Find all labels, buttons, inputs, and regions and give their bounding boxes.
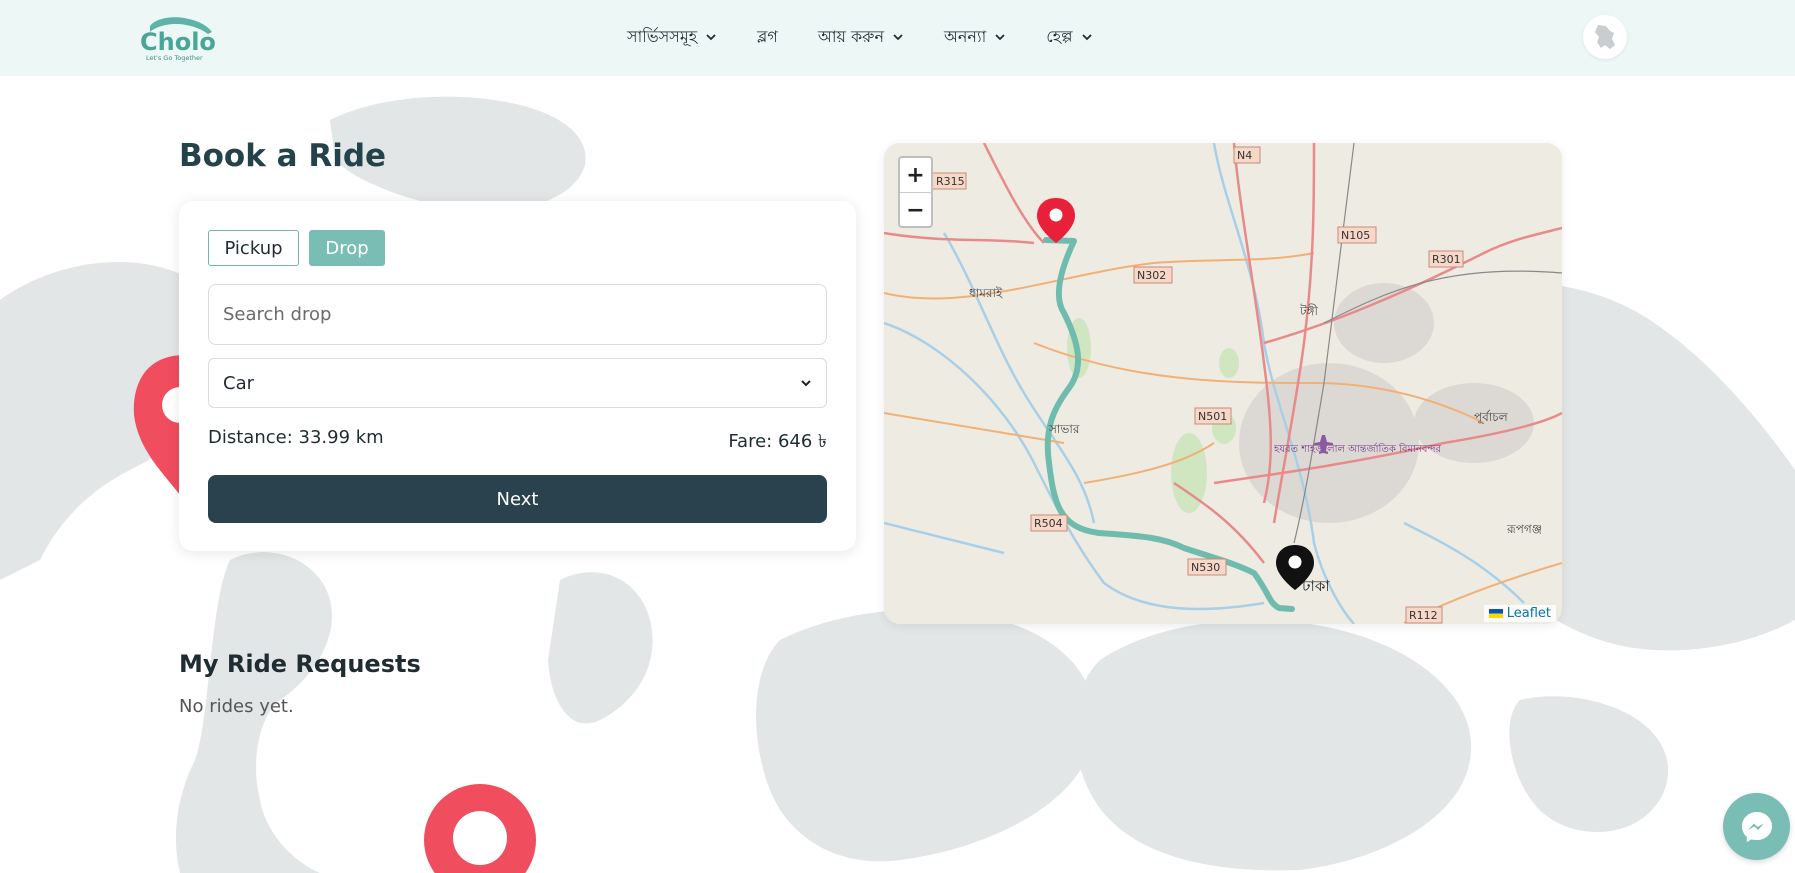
top-navigation-bar: Cholo Let's Go Together সার্ভিসসমূহ ব্লগ… xyxy=(0,0,1795,76)
route-map[interactable]: R315 N4 N105 R301 N302 N501 R504 N530 R1… xyxy=(884,143,1562,624)
nav-services[interactable]: সার্ভিসসমূহ xyxy=(627,24,717,51)
main-nav: সার্ভিসসমূহ ব্লগ আয় করুন অনন্যা হেল্প xyxy=(627,22,1133,52)
messenger-icon xyxy=(1741,811,1772,842)
ukraine-flag-icon xyxy=(1488,609,1503,618)
trip-info-row: Distance: 33.99 km Fare: 646 ৳ xyxy=(208,427,827,458)
next-button[interactable]: Next xyxy=(208,475,827,523)
map-zoom-control: + − xyxy=(898,156,933,228)
vehicle-type-select[interactable]: Car xyxy=(208,358,827,408)
distance-text: Distance: 33.99 km xyxy=(208,427,384,448)
chevron-down-icon xyxy=(706,34,716,41)
location-tabs: Pickup Drop xyxy=(208,230,385,266)
svg-text:হযরত শাহজালাল আন্তর্জাতিক বিমা: হযরত শাহজালাল আন্তর্জাতিক বিমানবন্দর xyxy=(1273,443,1441,455)
nav-help[interactable]: হেল্প xyxy=(1046,24,1092,51)
svg-text:R112: R112 xyxy=(1409,609,1438,622)
zoom-out-button[interactable]: − xyxy=(900,193,931,227)
svg-text:রূপগঞ্জ: রূপগঞ্জ xyxy=(1506,522,1542,536)
leaflet-link[interactable]: Leaflet xyxy=(1507,606,1551,621)
nav-blog[interactable]: ব্লগ xyxy=(757,24,778,51)
decorative-pin-bottom xyxy=(424,784,536,873)
svg-text:N105: N105 xyxy=(1341,229,1370,242)
chevron-down-icon xyxy=(893,34,903,41)
tab-drop[interactable]: Drop xyxy=(309,230,385,266)
svg-text:Cholo: Cholo xyxy=(140,28,216,56)
tab-pickup[interactable]: Pickup xyxy=(208,230,299,266)
search-drop-input[interactable] xyxy=(208,284,827,345)
bangladesh-map-icon xyxy=(1595,25,1615,49)
cholo-logo[interactable]: Cholo Let's Go Together xyxy=(136,14,218,62)
page-title: Book a Ride xyxy=(179,138,387,174)
nav-help-label: হেল্প xyxy=(1046,26,1073,46)
svg-text:টঙ্গী: টঙ্গী xyxy=(1299,304,1318,318)
nav-earn-label: আয় করুন xyxy=(817,26,885,46)
vehicle-type-value: Car xyxy=(223,372,254,394)
booking-card: Pickup Drop Car Distance: 33.99 km Fare:… xyxy=(179,201,856,551)
nav-services-label: সার্ভিসসমূহ xyxy=(627,26,698,46)
nav-ononna-label: অনন্যা xyxy=(944,26,987,46)
ride-requests-empty-text: No rides yet. xyxy=(179,696,294,717)
zoom-in-button[interactable]: + xyxy=(900,158,931,193)
svg-text:N501: N501 xyxy=(1198,410,1227,423)
svg-text:R301: R301 xyxy=(1432,253,1461,266)
ride-requests-title: My Ride Requests xyxy=(179,650,421,678)
chevron-down-icon xyxy=(801,380,811,387)
map-attribution[interactable]: Leaflet xyxy=(1483,605,1556,622)
svg-text:R315: R315 xyxy=(936,175,965,188)
svg-text:N4: N4 xyxy=(1237,149,1252,162)
svg-text:ধামরাই: ধামরাই xyxy=(969,286,1003,300)
svg-text:ঢাকা: ঢাকা xyxy=(1301,577,1330,595)
language-switch-button[interactable] xyxy=(1583,15,1627,59)
chevron-down-icon xyxy=(995,34,1005,41)
svg-text:পূর্বাচল: পূর্বাচল xyxy=(1474,410,1509,425)
messenger-chat-button[interactable] xyxy=(1723,793,1790,860)
chevron-down-icon xyxy=(1081,34,1092,41)
svg-text:Let's Go Together: Let's Go Together xyxy=(146,54,203,62)
svg-text:সাভার: সাভার xyxy=(1048,422,1080,436)
svg-text:N302: N302 xyxy=(1137,269,1166,282)
nav-ononna[interactable]: অনন্যা xyxy=(944,24,1006,51)
nav-earn[interactable]: আয় করুন xyxy=(818,24,904,51)
map-tiles: R315 N4 N105 R301 N302 N501 R504 N530 R1… xyxy=(884,143,1562,624)
nav-blog-label: ব্লগ xyxy=(757,26,778,46)
svg-text:N530: N530 xyxy=(1191,561,1220,574)
fare-text: Fare: 646 ৳ xyxy=(728,431,827,452)
svg-text:R504: R504 xyxy=(1034,517,1063,530)
